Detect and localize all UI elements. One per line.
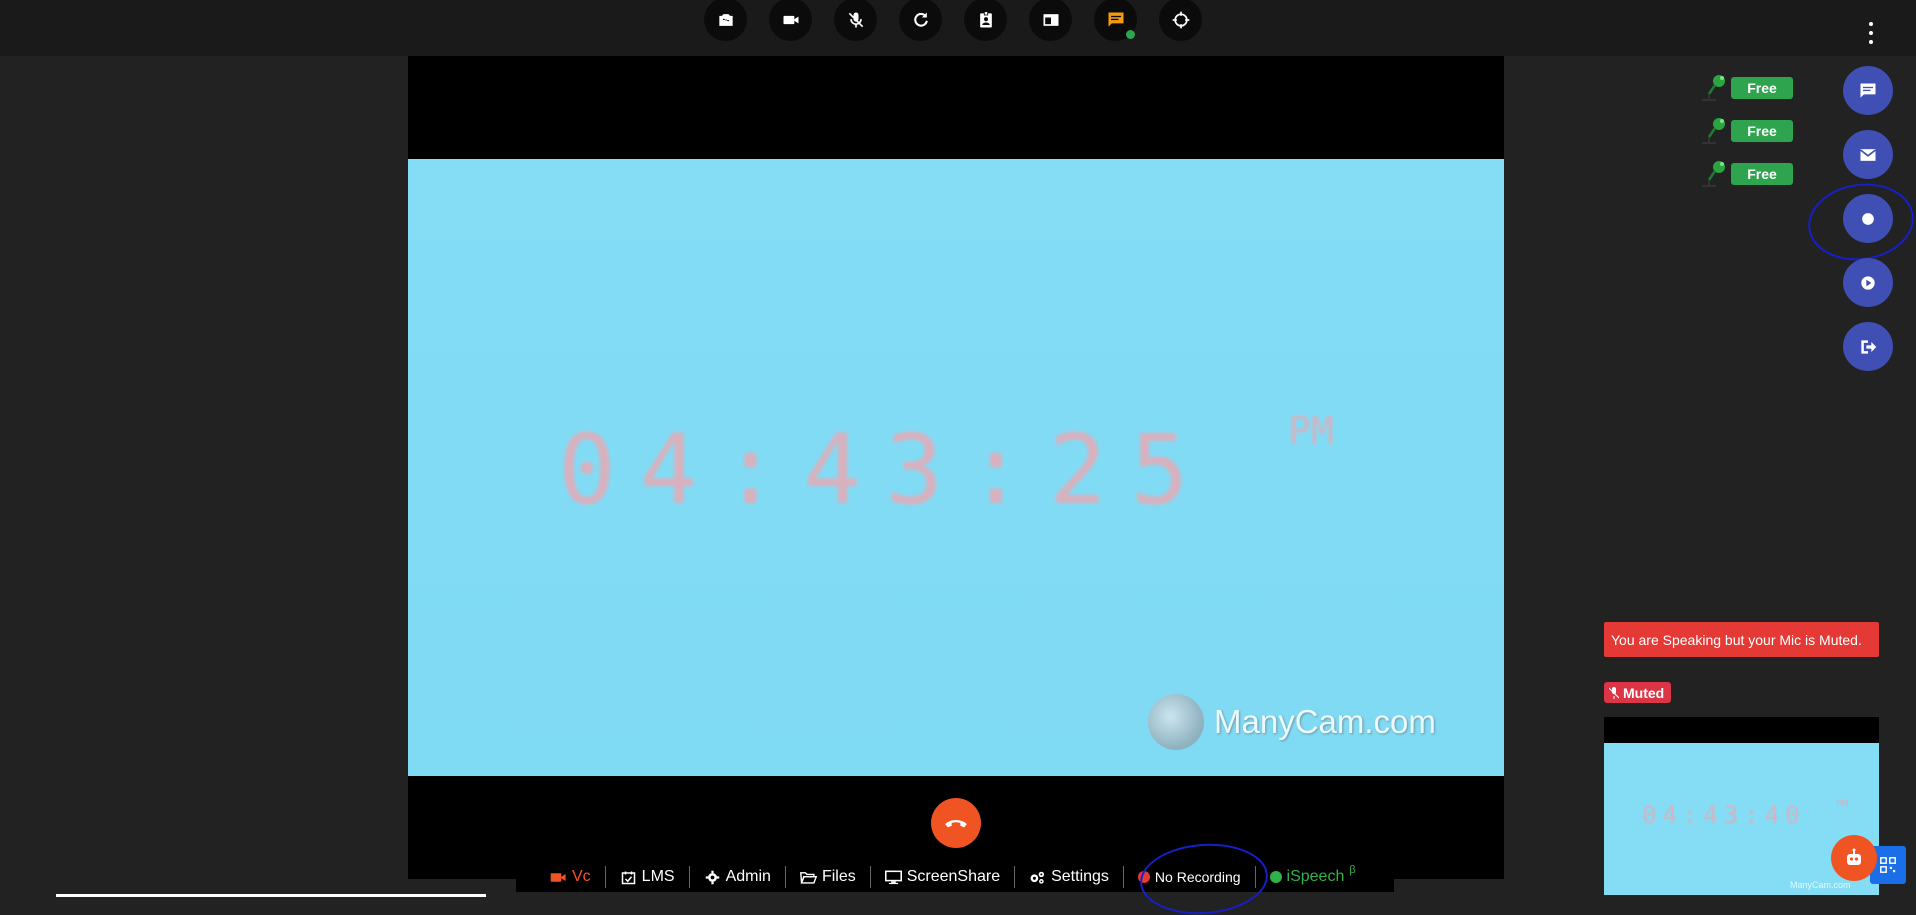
chat-panel-button[interactable]: [1843, 66, 1893, 115]
side-action-buttons: [1843, 66, 1893, 371]
webcam-logo-icon: [1148, 694, 1204, 750]
nav-screenshare[interactable]: ScreenShare: [871, 866, 1016, 888]
chat-bubble-icon: [1860, 83, 1876, 98]
layout-icon: [1043, 13, 1058, 26]
participant-status-badge: Free: [1731, 77, 1793, 99]
participant-status-badge: Free: [1731, 120, 1793, 142]
crosshair-icon: [1172, 11, 1189, 28]
qr-code-icon: [1880, 857, 1896, 873]
refresh-icon: [913, 12, 928, 27]
gears-icon: [1030, 871, 1045, 884]
video-icon: [783, 15, 798, 24]
preview-clock-period: PM: [1836, 799, 1849, 810]
nav-ispeech-label: iSpeech: [1286, 868, 1345, 885]
more-options-icon[interactable]: [1866, 22, 1876, 44]
nav-files-label: Files: [821, 868, 856, 885]
nav-settings-label: Settings: [1051, 868, 1109, 885]
nav-vc-label: Vc: [572, 868, 591, 885]
participant-status-badge: Free: [1731, 163, 1793, 185]
top-toolbar: [0, 0, 1916, 56]
exit-icon: [1861, 339, 1877, 354]
help-bot-button[interactable]: [1831, 835, 1877, 881]
folder-open-icon: [799, 871, 817, 884]
crosshair-button[interactable]: [1159, 0, 1202, 41]
contact-badge-icon: [979, 10, 992, 27]
chat-icon: [1108, 12, 1123, 27]
play-icon: [1861, 275, 1875, 290]
participant-list: Free Free Free: [1697, 74, 1793, 188]
video-clock-period: PM: [1288, 409, 1334, 453]
manycam-watermark: ManyCam.com: [1148, 694, 1436, 750]
video-button[interactable]: [769, 0, 812, 41]
mail-icon: [1859, 148, 1877, 161]
muted-badge: Muted: [1604, 682, 1672, 703]
mic-stand-icon: [1702, 118, 1725, 144]
nav-settings[interactable]: Settings: [1015, 866, 1124, 888]
status-dot-icon: [1269, 871, 1282, 883]
mic-stand-icon: [1702, 75, 1725, 101]
phone-hangup-icon: [945, 820, 967, 828]
hang-up-button[interactable]: [931, 798, 981, 848]
chat-toggle-button[interactable]: [1094, 0, 1137, 41]
chat-notification-dot: [1126, 30, 1135, 39]
desktop-icon: [884, 870, 902, 884]
preview-watermark: ManyCam.com: [1790, 880, 1851, 890]
mic-stand-icon: [1702, 161, 1725, 187]
watermark-text: ManyCam.com: [1214, 703, 1436, 740]
video-icon: [550, 872, 566, 882]
muted-label: Muted: [1623, 684, 1665, 701]
preview-clock-time: 04:43:40: [1642, 801, 1806, 829]
calendar-check-icon: [621, 871, 635, 884]
mic-toggle-button[interactable]: [834, 0, 877, 41]
participants-button[interactable]: [964, 0, 1007, 41]
toolbar-button-group: [704, 0, 1202, 43]
speaking-muted-alert: You are Speaking but your Mic is Muted.: [1604, 622, 1879, 657]
mail-button[interactable]: [1843, 130, 1893, 179]
gear-icon: [705, 870, 719, 884]
video-clock-time: 04:43:25: [558, 414, 1213, 526]
main-video: 04:43:25 PM ManyCam.com: [408, 56, 1504, 879]
exit-button[interactable]: [1843, 322, 1893, 371]
nav-ispeech[interactable]: iSpeech β: [1256, 864, 1370, 888]
switch-camera-button[interactable]: [704, 0, 747, 41]
record-button[interactable]: [1843, 194, 1893, 243]
beta-superscript: β: [1349, 864, 1356, 876]
robot-icon: [1847, 848, 1861, 865]
participant-row[interactable]: Free: [1697, 74, 1793, 102]
mic-off-icon: [1609, 686, 1619, 699]
participant-row[interactable]: Free: [1697, 117, 1793, 145]
play-button[interactable]: [1843, 258, 1893, 307]
nav-admin-label: Admin: [725, 868, 771, 885]
nav-lms[interactable]: LMS: [606, 866, 690, 888]
nav-lms-label: LMS: [641, 868, 675, 885]
camera-switch-icon: [718, 13, 733, 26]
mic-off-icon: [848, 12, 863, 27]
layout-button[interactable]: [1029, 0, 1072, 41]
nav-vc[interactable]: Vc: [536, 866, 606, 888]
refresh-button[interactable]: [899, 0, 942, 41]
video-feed: 04:43:25 PM ManyCam.com: [408, 159, 1504, 776]
progress-line: [56, 894, 486, 897]
nav-files[interactable]: Files: [786, 866, 871, 888]
nav-admin[interactable]: Admin: [690, 866, 786, 888]
nav-screenshare-label: ScreenShare: [906, 868, 1001, 885]
record-icon: [1862, 212, 1874, 225]
participant-row[interactable]: Free: [1697, 160, 1793, 188]
